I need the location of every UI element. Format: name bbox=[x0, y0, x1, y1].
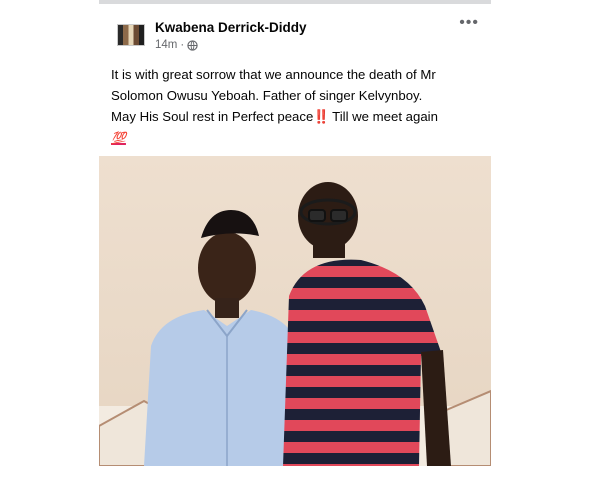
post-text-line-2-start: May His Soul rest in Perfect peace bbox=[111, 109, 314, 124]
post-text-line-2-end: Till we meet again bbox=[328, 109, 438, 124]
meta-separator: · bbox=[180, 39, 185, 51]
post-time[interactable]: 14m bbox=[155, 39, 177, 51]
post-text-line-3: 💯 bbox=[111, 127, 483, 149]
post-text: It is with great sorrow that we announce… bbox=[111, 64, 483, 149]
double-exclamation-emoji: ‼️ bbox=[313, 109, 329, 124]
post-photo[interactable] bbox=[99, 156, 491, 466]
post-meta: 14m · bbox=[155, 39, 198, 51]
facebook-post: Kwabena Derrick-Diddy 14m · ••• It is wi… bbox=[99, 4, 491, 492]
author-name[interactable]: Kwabena Derrick-Diddy bbox=[155, 20, 307, 35]
more-options-icon[interactable]: ••• bbox=[459, 14, 479, 32]
hundred-points-emoji: 💯 bbox=[111, 131, 126, 145]
post-text-line-2: May His Soul rest in Perfect peace‼️ Til… bbox=[111, 106, 483, 127]
globe-icon[interactable] bbox=[187, 39, 198, 51]
avatar[interactable] bbox=[117, 24, 145, 46]
post-text-line-1: It is with great sorrow that we announce… bbox=[111, 67, 436, 103]
photo-illustration bbox=[99, 156, 491, 466]
